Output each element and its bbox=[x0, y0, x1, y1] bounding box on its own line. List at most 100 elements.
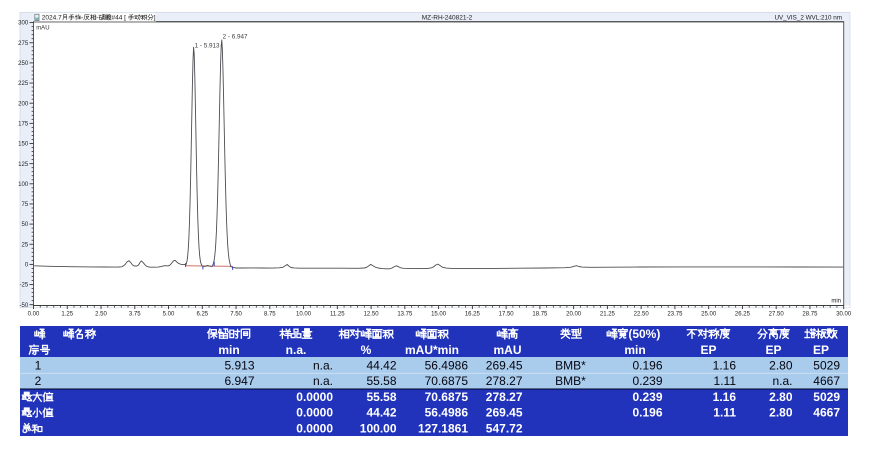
svg-text:175: 175 bbox=[18, 121, 29, 127]
svg-text:min: min bbox=[831, 298, 841, 304]
svg-text:10.00: 10.00 bbox=[296, 311, 312, 317]
svg-text:5029: 5029 bbox=[813, 358, 840, 372]
svg-text:-: - bbox=[96, 15, 98, 22]
svg-text:4667: 4667 bbox=[813, 406, 840, 420]
svg-text:1.16: 1.16 bbox=[713, 390, 737, 404]
svg-text:22.50: 22.50 bbox=[634, 311, 650, 317]
svg-text:2 - 6.947: 2 - 6.947 bbox=[223, 34, 248, 41]
svg-text:28.75: 28.75 bbox=[802, 311, 818, 317]
svg-text:7.50: 7.50 bbox=[230, 311, 242, 317]
svg-text:225: 225 bbox=[18, 81, 29, 87]
svg-text:5.913: 5.913 bbox=[224, 358, 254, 372]
svg-text:2.50: 2.50 bbox=[95, 311, 107, 317]
svg-text:2: 2 bbox=[35, 374, 42, 388]
svg-text:2.80: 2.80 bbox=[769, 390, 793, 404]
svg-text:23.75: 23.75 bbox=[667, 311, 683, 317]
svg-text:20.00: 20.00 bbox=[566, 311, 582, 317]
svg-text:2.80: 2.80 bbox=[769, 358, 793, 372]
svg-text:n.a.: n.a. bbox=[772, 374, 792, 388]
svg-text:12.50: 12.50 bbox=[364, 311, 380, 317]
svg-text:n.a.: n.a. bbox=[313, 358, 333, 372]
svg-text:EP: EP bbox=[700, 343, 716, 357]
svg-text:269.45: 269.45 bbox=[486, 358, 523, 372]
svg-text:15.00: 15.00 bbox=[431, 311, 447, 317]
svg-text:2024.7: 2024.7 bbox=[42, 15, 62, 22]
svg-text:269.45: 269.45 bbox=[486, 406, 523, 420]
svg-text:-25: -25 bbox=[20, 283, 29, 289]
svg-text:0.0000: 0.0000 bbox=[296, 390, 333, 404]
svg-text:30.00: 30.00 bbox=[836, 311, 852, 317]
svg-text:UV_VIS_2 WVL:210 nm: UV_VIS_2 WVL:210 nm bbox=[774, 15, 842, 22]
svg-text:]: ] bbox=[154, 15, 156, 22]
svg-text:-: - bbox=[81, 15, 83, 22]
svg-text:278.27: 278.27 bbox=[486, 374, 523, 388]
svg-text:21.25: 21.25 bbox=[600, 311, 616, 317]
svg-text:1.16: 1.16 bbox=[713, 358, 737, 372]
svg-text:EP: EP bbox=[765, 343, 781, 357]
svg-text:25: 25 bbox=[22, 242, 29, 248]
svg-text:127.1861: 127.1861 bbox=[418, 421, 468, 435]
svg-text:275: 275 bbox=[18, 41, 29, 47]
svg-text:100.00: 100.00 bbox=[360, 421, 397, 435]
svg-text:3.75: 3.75 bbox=[129, 311, 141, 317]
svg-text:56.4986: 56.4986 bbox=[425, 358, 469, 372]
svg-text:1.25: 1.25 bbox=[61, 311, 73, 317]
svg-text:MZ-RH-240821-2: MZ-RH-240821-2 bbox=[422, 15, 473, 22]
svg-text:0.196: 0.196 bbox=[632, 358, 662, 372]
svg-text:150: 150 bbox=[18, 142, 29, 148]
svg-text:70.6875: 70.6875 bbox=[425, 390, 469, 404]
svg-text:2.80: 2.80 bbox=[769, 406, 793, 420]
svg-text:300: 300 bbox=[18, 21, 29, 27]
svg-text:n.a.: n.a. bbox=[313, 374, 333, 388]
svg-text:0.0000: 0.0000 bbox=[296, 421, 333, 435]
svg-text:0.00: 0.00 bbox=[28, 311, 40, 317]
svg-text:13.75: 13.75 bbox=[397, 311, 413, 317]
svg-text:100: 100 bbox=[18, 182, 29, 188]
svg-text:56.4986: 56.4986 bbox=[425, 406, 469, 420]
svg-text:mAU: mAU bbox=[493, 343, 521, 357]
svg-text:5029: 5029 bbox=[813, 390, 840, 404]
svg-text:(50%): (50%) bbox=[628, 327, 660, 341]
svg-text:44.42: 44.42 bbox=[366, 406, 396, 420]
svg-text:547.72: 547.72 bbox=[486, 421, 523, 435]
svg-text:55.58: 55.58 bbox=[366, 374, 396, 388]
svg-text:17.50: 17.50 bbox=[499, 311, 515, 317]
svg-text:278.27: 278.27 bbox=[486, 390, 523, 404]
svg-text:1.11: 1.11 bbox=[714, 374, 737, 388]
svg-text:44.42: 44.42 bbox=[366, 358, 396, 372]
svg-text:55.58: 55.58 bbox=[366, 390, 396, 404]
svg-text:%: % bbox=[361, 343, 372, 357]
svg-text:11.25: 11.25 bbox=[330, 311, 345, 317]
svg-text:0.0000: 0.0000 bbox=[296, 406, 333, 420]
svg-text:50: 50 bbox=[22, 222, 29, 228]
svg-text:8.75: 8.75 bbox=[264, 311, 276, 317]
svg-text:27.50: 27.50 bbox=[769, 311, 785, 317]
svg-text:4667: 4667 bbox=[813, 374, 840, 388]
svg-text:min: min bbox=[218, 343, 239, 357]
svg-text:16.25: 16.25 bbox=[465, 311, 481, 317]
svg-text:EP: EP bbox=[813, 343, 829, 357]
svg-text:mAU*min: mAU*min bbox=[405, 343, 459, 357]
svg-text:min: min bbox=[624, 343, 645, 357]
svg-text:26.25: 26.25 bbox=[735, 311, 751, 317]
svg-text:18.75: 18.75 bbox=[532, 311, 548, 317]
svg-text:-50: -50 bbox=[20, 303, 29, 309]
svg-text:#44 [: #44 [ bbox=[112, 15, 127, 22]
svg-text:5.00: 5.00 bbox=[163, 311, 175, 317]
svg-text:0.239: 0.239 bbox=[632, 374, 662, 388]
svg-text:BMB*: BMB* bbox=[555, 358, 586, 372]
svg-text:70.6875: 70.6875 bbox=[425, 374, 469, 388]
svg-text:BMB*: BMB* bbox=[555, 374, 586, 388]
svg-text:1.11: 1.11 bbox=[713, 406, 736, 420]
svg-text:200: 200 bbox=[18, 101, 29, 107]
svg-text:0.196: 0.196 bbox=[632, 406, 662, 420]
svg-text:75: 75 bbox=[22, 202, 29, 208]
svg-text:6.947: 6.947 bbox=[224, 374, 254, 388]
svg-text:25.00: 25.00 bbox=[701, 311, 717, 317]
svg-text:250: 250 bbox=[18, 61, 29, 67]
svg-text:125: 125 bbox=[18, 162, 29, 168]
svg-text:mAU: mAU bbox=[36, 25, 49, 31]
svg-text:6.25: 6.25 bbox=[196, 311, 208, 317]
svg-text:1 - 5.913: 1 - 5.913 bbox=[195, 43, 220, 50]
svg-text:1: 1 bbox=[35, 358, 42, 372]
